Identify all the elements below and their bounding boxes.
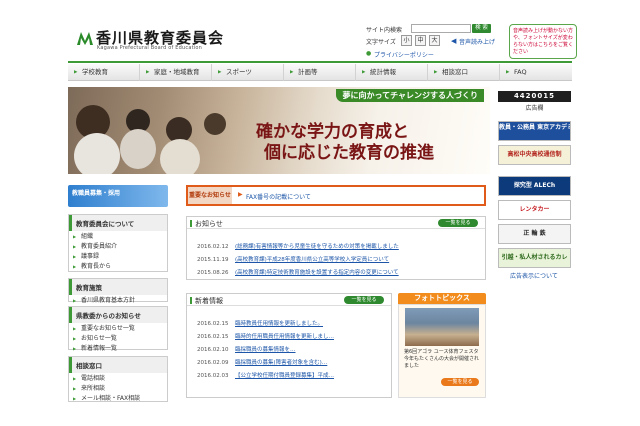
info-list-button[interactable]: 一覧を見る <box>438 219 478 227</box>
news-date: 2016.02.03 <box>197 373 229 379</box>
font-size-label: 文字サイズ <box>366 39 396 46</box>
photo-topics-image[interactable] <box>405 308 479 346</box>
new-info-row: 2016.02.15 臨時的任用職員任用情報を更新しまし… <box>197 332 334 340</box>
nav-consultation[interactable]: 相談窓口 <box>428 64 500 81</box>
new-info-row: 2016.02.10 臨採職員の募集情報を… <box>197 345 296 353</box>
access-counter: 4420015 <box>498 91 571 102</box>
new-info-row: 2016.02.03 【公立学校任期付職員登録募集】平成… <box>197 371 334 379</box>
voice-readout-link[interactable]: 音声読み上げ <box>459 37 495 46</box>
accessibility-notice[interactable]: 音声読み上げが動かない方や、フォントサイズが変わらない方はこちらをご覧ください <box>509 24 577 59</box>
sidebar-item-superintendent[interactable]: 教育長から <box>69 261 167 271</box>
ad-banner-2[interactable]: 高松中央高校通信制 <box>498 145 571 165</box>
font-size-large-button[interactable]: 大 <box>429 35 440 46</box>
news-date: 2016.02.15 <box>197 334 229 340</box>
sidebar-item-basic-policy[interactable]: 香川県教育基本方針 <box>69 295 167 305</box>
sidebar-heading: 教育施策 <box>69 279 167 295</box>
sidebar-heading: 相談窓口 <box>69 357 167 373</box>
news-link[interactable]: 臨時教員任用情報を更新しました。 <box>235 321 323 327</box>
ad-section-title: 広告欄 <box>525 105 544 112</box>
important-notice-bar: 重要なお知らせ ▶ FAX番号の記載について <box>186 185 486 206</box>
nav-family-community[interactable]: 家庭・地域教育 <box>140 64 212 81</box>
speaker-icon: ◀ <box>451 37 457 45</box>
photo-topics-list-button[interactable]: 一覧を見る <box>441 378 479 386</box>
news-link[interactable]: (総務課)有害情報等から児童生徒を守るための対策を掲載しました <box>235 244 399 250</box>
new-info-list-button[interactable]: 一覧を見る <box>344 296 384 304</box>
sidebar-section-announcements: 県教委からのお知らせ 重要なお知らせ一覧 お知らせ一覧 新着情報一覧 <box>68 306 168 353</box>
new-info-row: 2016.02.15 臨時教員任用情報を更新しました。 <box>197 319 323 327</box>
news-date: 2016.02.09 <box>197 360 229 366</box>
sidebar-section-consultation: 相談窓口 電話相談 来所相談 メール相談・FAX相談 <box>68 356 168 402</box>
sidebar-item-organization[interactable]: 組織 <box>69 231 167 241</box>
ad-banner-1[interactable]: 教員・公務員 東京アカデミー高松校 <box>498 121 571 141</box>
header-divider <box>68 61 572 63</box>
hero-photo-figure <box>204 113 226 135</box>
sidebar-item-important-notices[interactable]: 重要なお知らせ一覧 <box>69 323 167 333</box>
news-date: 2015.08.26 <box>197 270 229 276</box>
bullet-icon: ● <box>366 50 372 57</box>
ad-banner-5[interactable]: 正 輪 鉄 <box>498 224 571 244</box>
hero-banner: 夢に向かってチャレンジする人づくり 確かな学力の育成と 個に応じた教育の推進 <box>68 87 490 174</box>
recruitment-banner[interactable]: 教職員募集・採用 <box>68 185 168 207</box>
news-link[interactable]: 臨時的任用職員任用情報を更新しまし… <box>235 334 334 340</box>
news-date: 2015.11.19 <box>197 257 229 263</box>
nav-statistics[interactable]: 統計情報 <box>356 64 428 81</box>
nav-school-education[interactable]: 学校教育 <box>68 64 140 81</box>
logo-mark-icon <box>77 32 93 45</box>
arrow-icon: ▶ <box>238 191 243 198</box>
hero-photo-figure <box>160 139 200 174</box>
info-row: 2016.02.12 (総務課)有害情報等から児童生徒を守るための対策を掲載しまし… <box>197 242 399 250</box>
news-link[interactable]: 臨採職員の募集(障害者対象を含む)… <box>235 360 327 366</box>
font-size-small-button[interactable]: 小 <box>401 35 412 46</box>
nav-sports[interactable]: スポーツ <box>212 64 284 81</box>
privacy-policy-link[interactable]: プライバシーポリシー <box>374 50 434 59</box>
news-date: 2016.02.15 <box>197 321 229 327</box>
sidebar-item-members[interactable]: 教育委員紹介 <box>69 241 167 251</box>
ad-policy-link[interactable]: 広告表示について <box>510 271 558 280</box>
font-size-medium-button[interactable]: 中 <box>415 35 426 46</box>
new-info-panel: 新着情報 一覧を見る 2016.02.15 臨時教員任用情報を更新しました。 20… <box>186 293 392 398</box>
info-row: 2015.11.19 (高校教育課)平成28年度香川県公立高等学校入学定員について <box>197 255 389 263</box>
sidebar-item-mail-fax[interactable]: メール相談・FAX相談 <box>69 393 167 403</box>
photo-topics-title: フォトトピックス <box>398 293 486 304</box>
search-input[interactable] <box>411 24 471 33</box>
nav-plans[interactable]: 計画等 <box>284 64 356 81</box>
news-link[interactable]: 臨採職員の募集情報を… <box>235 347 296 353</box>
info-panel-title: お知らせ <box>190 220 223 228</box>
search-label: サイト内検索 <box>366 27 403 34</box>
hero-photo-figure <box>120 129 156 169</box>
sidebar-item-phone[interactable]: 電話相談 <box>69 373 167 383</box>
news-date: 2016.02.10 <box>197 347 229 353</box>
hero-slogan-banner: 夢に向かってチャレンジする人づくり <box>336 89 484 102</box>
search-button[interactable]: 検 索 <box>472 24 491 33</box>
news-date: 2016.02.12 <box>197 244 229 250</box>
ad-banner-6[interactable]: 引越・私人材されるカレ <box>498 248 571 268</box>
sidebar-section-board: 教育委員会について 組織 教育委員紹介 議事録 教育長から <box>68 214 168 272</box>
photo-topics-caption[interactable]: 第6回アゴラ ユース体育フェスタ 今年もたくさんの大会が開催されました <box>404 349 482 370</box>
info-panel: お知らせ 一覧を見る 2016.02.12 (総務課)有害情報等から児童生徒を守る… <box>186 216 486 280</box>
ad-banner-4[interactable]: レンタカー <box>498 200 571 220</box>
hero-heading-line2: 個に応じた教育の推進 <box>264 143 434 163</box>
global-nav: 学校教育 家庭・地域教育 スポーツ 計画等 統計情報 相談窓口 FAQ <box>68 64 572 81</box>
nav-faq[interactable]: FAQ <box>500 64 572 81</box>
info-row: 2015.08.26 (高校教育課)特定技術教育施設を設置する指定内容の変更につい… <box>197 268 399 276</box>
important-notice-label: 重要なお知らせ <box>188 187 232 204</box>
sidebar-heading: 県教委からのお知らせ <box>69 307 167 323</box>
site-logo-subtitle: Kagawa Prefectural Board of Education <box>97 45 202 51</box>
hero-photo-figure <box>74 133 120 174</box>
new-info-panel-title: 新着情報 <box>190 297 223 305</box>
ad-banner-3[interactable]: 探究型 ALECh <box>498 176 571 196</box>
news-link[interactable]: 【公立学校任期付職員登録募集】平成… <box>235 373 334 379</box>
sidebar-item-new-info[interactable]: 新着情報一覧 <box>69 343 167 353</box>
sidebar-item-minutes[interactable]: 議事録 <box>69 251 167 261</box>
sidebar-item-notices[interactable]: お知らせ一覧 <box>69 333 167 343</box>
sidebar-item-visit[interactable]: 来所相談 <box>69 383 167 393</box>
new-info-row: 2016.02.09 臨採職員の募集(障害者対象を含む)… <box>197 358 327 366</box>
news-link[interactable]: (高校教育課)平成28年度香川県公立高等学校入学定員について <box>235 257 389 263</box>
sidebar-heading: 教育委員会について <box>69 215 167 231</box>
info-panel-header: お知らせ 一覧を見る <box>187 217 485 229</box>
new-info-panel-header: 新着情報 一覧を見る <box>187 294 391 306</box>
news-link[interactable]: (高校教育課)特定技術教育施設を設置する指定内容の変更について <box>235 270 399 276</box>
sidebar-section-policy: 教育施策 香川県教育基本方針 <box>68 278 168 305</box>
important-notice-link[interactable]: FAX番号の記載について <box>246 192 311 201</box>
